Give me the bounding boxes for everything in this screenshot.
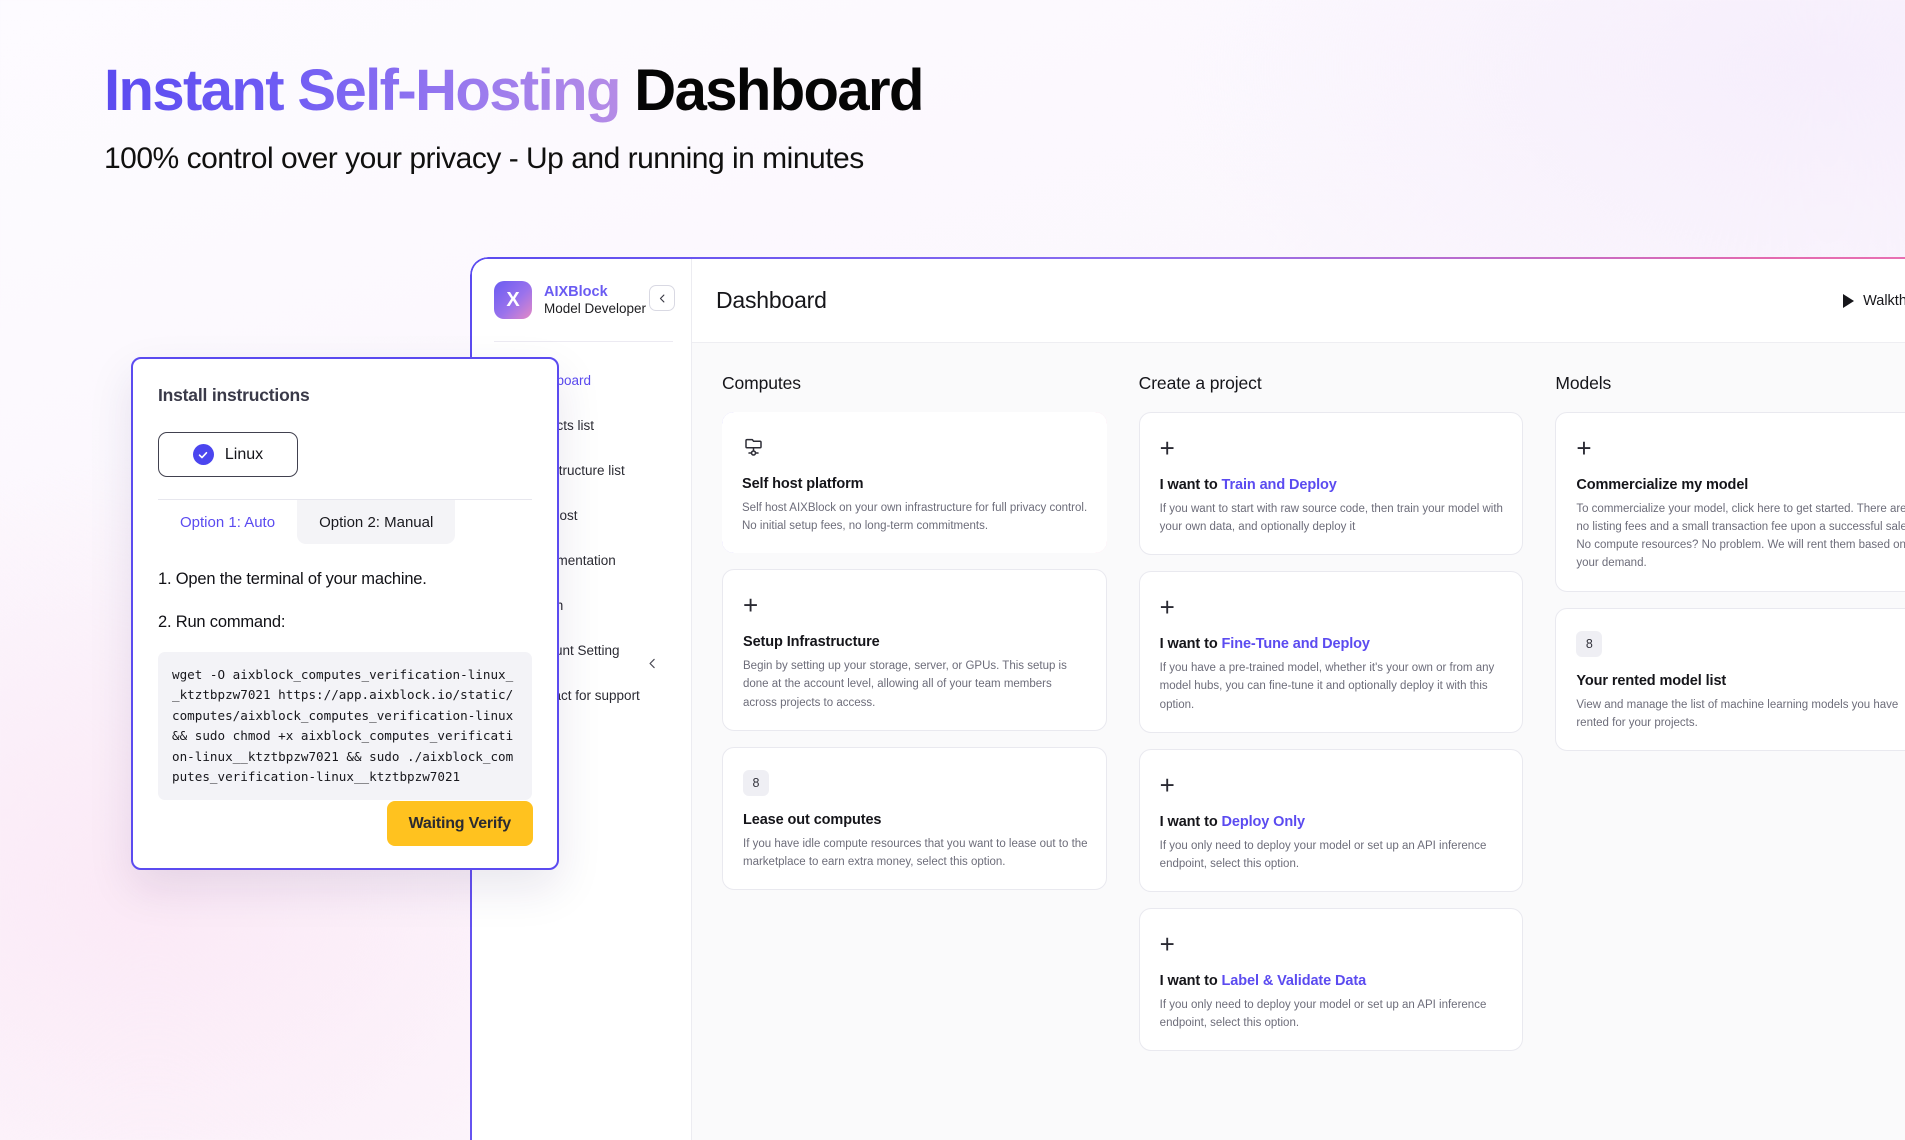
plus-icon: +	[1576, 433, 1592, 463]
card-title: Your rented model list	[1576, 672, 1727, 689]
card-your-rented-model-list[interactable]: 8 Your rented model list View and manage…	[1555, 607, 1905, 751]
card-title: Self host platform	[742, 476, 864, 492]
card-description: If you only need to deploy your model or…	[1159, 999, 1487, 1030]
card-title-prefix: I want to	[1159, 973, 1222, 990]
waiting-verify-button[interactable]: Waiting Verify	[386, 801, 533, 846]
card-lease-out-computes[interactable]: 8 Lease out computes If you have idle co…	[722, 746, 1107, 891]
chevron-left-icon	[659, 294, 664, 302]
install-command-code[interactable]: wget -O aixblock_computes_verification-l…	[158, 652, 532, 801]
network-node-icon	[742, 430, 1089, 464]
card-title-accent: Train and Deploy	[1221, 477, 1337, 493]
play-icon	[1843, 293, 1855, 308]
column-computes: Computes Self host platform Self host AI…	[722, 373, 1107, 1067]
grid-chip-icon: 8	[1576, 627, 1905, 661]
card-label-and-validate-data[interactable]: + I want to Label & Validate Data If you…	[1138, 908, 1524, 1052]
brand: X AIXBlock Model Developer	[494, 281, 673, 319]
plus-icon: +	[1159, 433, 1175, 463]
card-description: Begin by setting up your storage, server…	[743, 660, 1067, 709]
plus-icon: +	[1159, 592, 1175, 623]
card-title: Lease out computes	[743, 811, 882, 828]
plus-icon: +	[1159, 769, 1175, 800]
main-content: Dashboard Walkthrough Computes	[692, 259, 1905, 1140]
grid-chip-icon: 8	[743, 766, 1088, 800]
card-self-host-platform[interactable]: Self host platform Self host AIXBlock on…	[722, 412, 1107, 554]
column-title: Create a project	[1138, 373, 1262, 393]
card-title: I want to Fine-Tune and Deploy	[1160, 636, 1505, 652]
plus-icon: +	[743, 590, 759, 621]
card-description: If you have a pre-trained model, whether…	[1159, 662, 1495, 711]
hero-title-plain: Dashboard	[634, 58, 924, 123]
hero-section: Instant Self-Hosting Dashboard 100% cont…	[104, 62, 924, 176]
card-title: Setup Infrastructure	[743, 634, 880, 651]
tab-option-1-auto[interactable]: Option 1: Auto	[158, 500, 298, 544]
plus-icon: +	[1159, 929, 1175, 960]
card-title: I want to Label & Validate Data	[1160, 973, 1505, 989]
card-title-accent: Fine-Tune and Deploy	[1221, 636, 1370, 653]
card-commercialize-my-model[interactable]: + Commercialize my model To commercializ…	[1555, 412, 1905, 592]
sidebar-collapse-button[interactable]	[649, 285, 675, 311]
hero-subtitle: 100% control over your privacy - Up and …	[104, 142, 864, 175]
topbar-actions: Walkthrough	[1843, 293, 1905, 309]
tab-option-2-manual[interactable]: Option 2: Manual	[297, 500, 456, 544]
card-description: If you want to start with raw source cod…	[1159, 503, 1503, 534]
card-title-prefix: I want to	[1159, 813, 1222, 830]
chip-count: 8	[743, 769, 769, 796]
card-title: I want to Train and Deploy	[1160, 477, 1505, 493]
card-fine-tune-and-deploy[interactable]: + I want to Fine-Tune and Deploy If you …	[1138, 571, 1524, 733]
walkthrough-button[interactable]: Walkthrough	[1843, 293, 1905, 309]
column-models: Models + Commercialize my model To comme…	[1555, 373, 1905, 1067]
dialog-title: Install instructions	[158, 385, 310, 405]
column-create-a-project: Create a project + I want to Train and D…	[1138, 373, 1524, 1067]
install-option-tabs: Option 1: Auto Option 2: Manual	[158, 499, 532, 544]
card-setup-infrastructure[interactable]: + Setup Infrastructure Begin by setting …	[722, 569, 1107, 731]
install-instructions-dialog: Install instructions Linux Option 1: Aut…	[131, 357, 559, 870]
check-circle-icon	[192, 444, 214, 465]
install-step-2: 2. Run command:	[158, 613, 286, 631]
walkthrough-label: Walkthrough	[1863, 292, 1905, 309]
sidebar-expand-chevron[interactable]	[646, 657, 659, 673]
dashboard-window: X AIXBlock Model Developer Dashboard	[470, 257, 1905, 1140]
card-title-prefix: I want to	[1159, 477, 1222, 493]
column-title: Computes	[722, 373, 801, 393]
card-description: If you only need to deploy your model or…	[1159, 839, 1487, 870]
card-description: Self host AIXBlock on your own infrastru…	[742, 502, 1088, 533]
card-description: View and manage the list of machine lear…	[1576, 698, 1899, 729]
chip-count: 8	[1576, 630, 1603, 657]
card-description: If you have idle compute resources that …	[743, 837, 1088, 868]
brand-name: AIXBlock	[544, 283, 608, 300]
card-title-accent: Deploy Only	[1221, 813, 1306, 830]
card-title: I want to Deploy Only	[1160, 814, 1505, 830]
hero-title-gradient: Instant Self-Hosting	[104, 58, 621, 123]
card-description: To commercialize your model, click here …	[1576, 503, 1905, 570]
os-label: Linux	[224, 445, 264, 463]
dashboard-columns: Computes Self host platform Self host AI…	[692, 343, 1905, 1067]
aixblock-logo-icon: X	[494, 281, 532, 319]
column-title: Models	[1555, 373, 1612, 393]
card-title: Commercialize my model	[1576, 477, 1749, 493]
card-train-and-deploy[interactable]: + I want to Train and Deploy If you want…	[1138, 412, 1524, 556]
card-deploy-only[interactable]: + I want to Deploy Only If you only need…	[1138, 748, 1524, 893]
card-title-accent: Label & Validate Data	[1221, 973, 1367, 990]
card-title-prefix: I want to	[1159, 636, 1222, 653]
topbar: Dashboard Walkthrough	[692, 259, 1905, 343]
install-step-1: 1. Open the terminal of your machine.	[158, 570, 427, 588]
brand-role: Model Developer	[544, 300, 647, 316]
chevron-left-icon	[649, 658, 655, 669]
dashboard-heading: Dashboard	[716, 287, 827, 313]
os-selector-linux[interactable]: Linux	[158, 432, 298, 477]
page-title: Instant Self-Hosting Dashboard	[104, 62, 924, 120]
